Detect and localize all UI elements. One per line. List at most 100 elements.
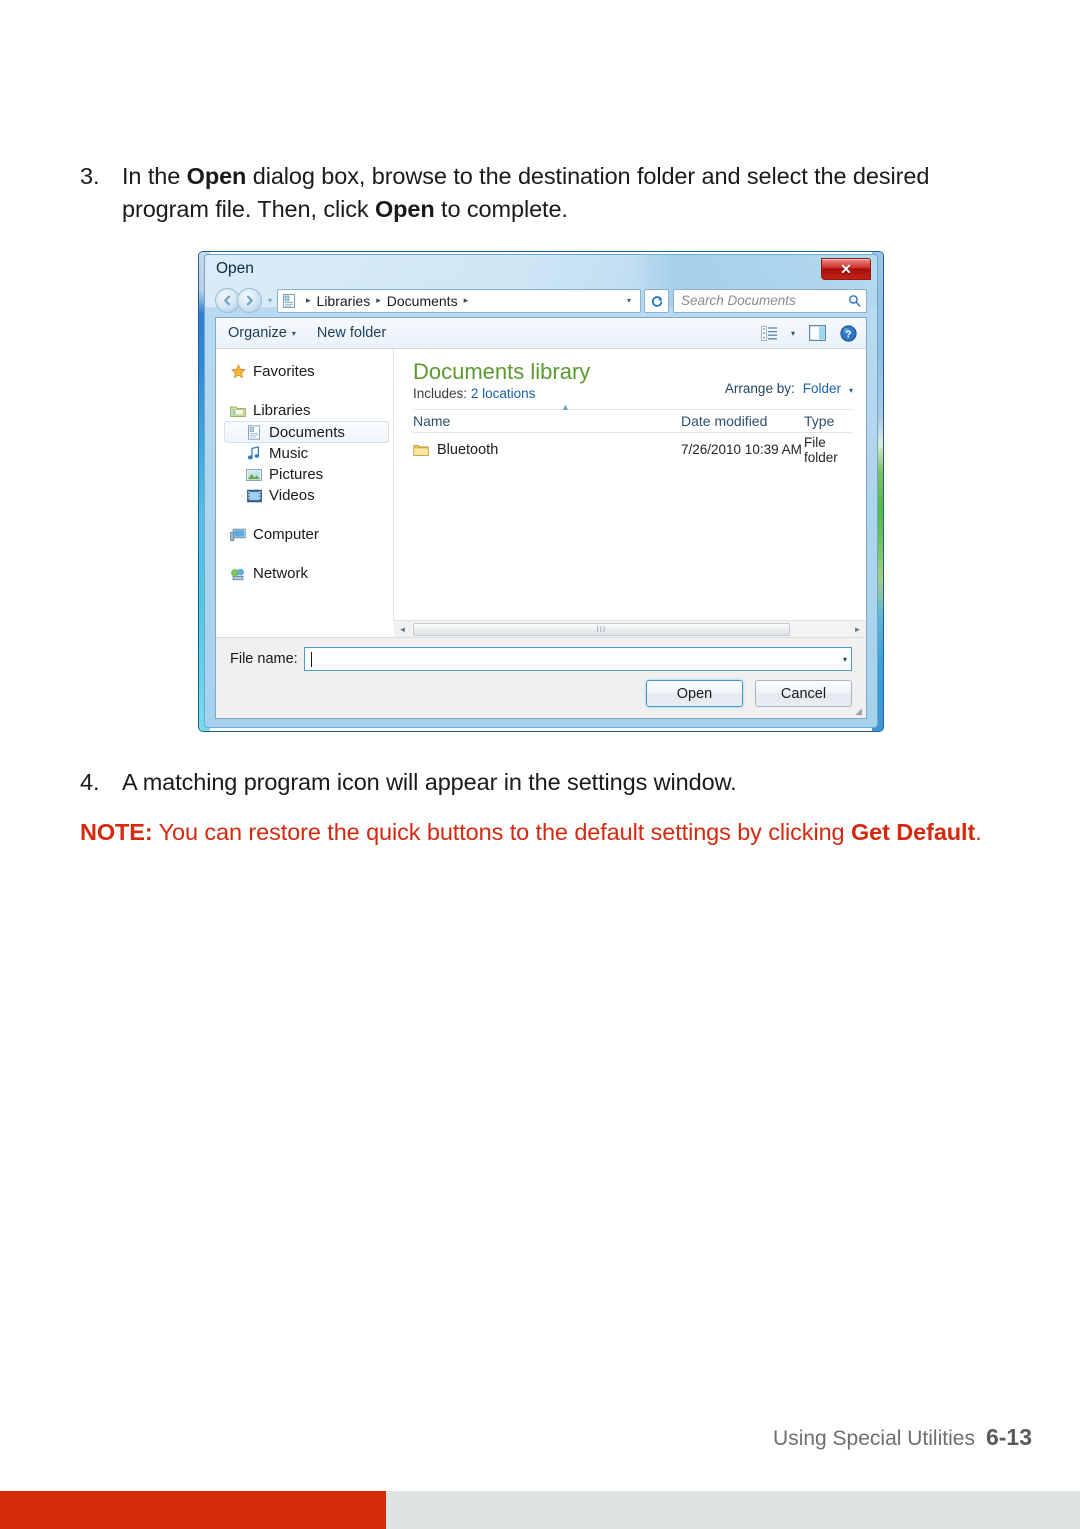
scrollbar-track[interactable]: III xyxy=(411,621,849,637)
step-number: 4. xyxy=(80,769,100,795)
arrange-by-control[interactable]: Arrange by: Folder ▾ xyxy=(725,359,853,396)
sidebar-item-computer[interactable]: Computer xyxy=(216,524,393,545)
file-name-input[interactable]: ▾ xyxy=(303,647,852,671)
breadcrumb-separator-2: ▸ xyxy=(463,295,469,305)
sidebar-item-videos[interactable]: Videos xyxy=(216,485,393,506)
address-bar[interactable]: ▸ Libraries ▸ Documents ▸ ▾ xyxy=(277,288,641,313)
folder-icon xyxy=(413,442,429,458)
preview-pane-icon[interactable] xyxy=(809,325,826,341)
network-icon xyxy=(230,566,246,582)
breadcrumb-documents[interactable]: Documents xyxy=(387,293,458,309)
text-caret xyxy=(310,651,312,667)
horizontal-scrollbar[interactable]: ◄ III ► xyxy=(394,620,866,637)
sidebar-label-videos: Videos xyxy=(269,487,315,504)
organize-button[interactable]: Organize ▾ xyxy=(228,325,296,341)
file-list[interactable]: Bluetooth 7/26/2010 10:39 AM File folder xyxy=(413,433,853,620)
page-footer: Using Special Utilities 6-13 xyxy=(773,1424,1032,1451)
content-pane: Documents library Includes: 2 locations … xyxy=(394,349,866,620)
bottom-bar-accent xyxy=(0,1491,386,1529)
sidebar-item-documents[interactable]: Documents xyxy=(224,421,389,443)
scrollbar-thumb[interactable]: III xyxy=(413,622,790,636)
open-button[interactable]: Open xyxy=(646,680,743,707)
open-dialog-screenshot: Open ✕ ▾ ▸ Libraries ▸ Documents ▸ ▾ Sea… xyxy=(198,251,884,732)
dialog-title: Open xyxy=(216,260,254,277)
nav-gap-1 xyxy=(216,382,393,400)
close-button[interactable]: ✕ xyxy=(821,258,871,280)
search-icon xyxy=(848,294,861,307)
documents-icon xyxy=(246,424,262,440)
instruction-step-4: 4. A matching program icon will appear i… xyxy=(78,766,1008,799)
breadcrumb-libraries[interactable]: Libraries xyxy=(317,293,371,309)
column-header-name[interactable]: Name xyxy=(413,413,681,429)
navigation-pane: Favorites Libraries Documents Music Pict… xyxy=(216,349,394,620)
note-text: You can restore the quick buttons to the… xyxy=(152,819,851,845)
chevron-down-icon: ▾ xyxy=(848,386,853,395)
column-header-type[interactable]: Type xyxy=(804,413,853,429)
sidebar-item-pictures[interactable]: Pictures xyxy=(216,464,393,485)
history-dropdown-icon[interactable]: ▾ xyxy=(264,296,276,305)
note-period: . xyxy=(975,819,982,845)
resize-grip[interactable]: ◢ xyxy=(855,707,862,716)
emphasis-open-2: Open xyxy=(374,196,435,222)
search-input[interactable]: Search Documents xyxy=(673,288,867,313)
breadcrumb-separator-1: ▸ xyxy=(376,295,381,305)
column-headers: ▲ Name Date modified Type xyxy=(413,402,853,433)
svg-text:?: ? xyxy=(845,328,851,340)
step-number: 3. xyxy=(80,163,100,189)
refresh-icon[interactable] xyxy=(644,288,669,313)
note-label: NOTE: xyxy=(80,819,153,845)
forward-arrow-icon[interactable] xyxy=(237,288,262,313)
instruction-step-3: 3. In the Open dialog box, browse to the… xyxy=(78,160,1008,226)
bottom-bar-neutral xyxy=(386,1491,1080,1529)
note-emphasis: Get Default xyxy=(850,819,976,845)
sidebar-label-documents: Documents xyxy=(269,423,345,441)
includes-locations-link[interactable]: 2 locations xyxy=(471,386,536,401)
dialog-footer: File name: ▾ Open Cancel xyxy=(216,637,866,718)
view-caret: ▾ xyxy=(790,328,795,338)
sidebar-label-music: Music xyxy=(269,445,309,462)
command-toolbar: Organize ▾ New folder ▾ ? xyxy=(216,318,866,349)
sidebar-item-favorites[interactable]: Favorites xyxy=(216,361,393,382)
address-dropdown-icon[interactable]: ▾ xyxy=(620,296,638,305)
file-name-row: File name: ▾ xyxy=(230,647,852,671)
scroll-left-icon[interactable]: ◄ xyxy=(394,625,411,634)
sidebar-label-libraries: Libraries xyxy=(253,402,311,419)
column-header-date-modified[interactable]: Date modified xyxy=(681,413,804,429)
library-title: Documents library xyxy=(413,359,591,384)
scroll-right-icon[interactable]: ► xyxy=(849,625,866,634)
step-text: In the Open dialog box, browse to the de… xyxy=(122,163,930,222)
sidebar-item-network[interactable]: Network xyxy=(216,563,393,584)
nav-gap-2 xyxy=(216,506,393,524)
view-dropdown-icon[interactable]: ▾ xyxy=(791,329,795,338)
table-row[interactable]: Bluetooth 7/26/2010 10:39 AM File folder xyxy=(413,435,853,465)
library-header-text: Documents library Includes: 2 locations xyxy=(413,359,725,401)
sidebar-label-computer: Computer xyxy=(253,526,319,543)
dialog-buttons: Open Cancel xyxy=(230,680,852,707)
videos-icon xyxy=(246,488,262,504)
search-placeholder: Search Documents xyxy=(681,293,796,308)
file-name-cell: Bluetooth xyxy=(413,442,681,458)
file-date-cell: 7/26/2010 10:39 AM xyxy=(681,442,802,457)
music-icon xyxy=(246,446,262,462)
breadcrumb-separator-0: ▸ xyxy=(306,295,311,305)
view-list-icon[interactable] xyxy=(761,325,777,341)
organize-label: Organize xyxy=(228,325,287,341)
sidebar-label-favorites: Favorites xyxy=(253,363,315,380)
sidebar-item-music[interactable]: Music xyxy=(216,443,393,464)
cancel-button[interactable]: Cancel xyxy=(755,680,852,707)
step-text: A matching program icon will appear in t… xyxy=(122,769,737,795)
chevron-down-icon[interactable]: ▾ xyxy=(837,655,847,664)
help-icon[interactable]: ? xyxy=(840,324,857,342)
arrange-by-value: Folder xyxy=(802,381,841,396)
computer-icon xyxy=(230,527,246,543)
library-header: Documents library Includes: 2 locations … xyxy=(394,349,866,401)
sidebar-item-libraries[interactable]: Libraries xyxy=(216,400,393,421)
bottom-color-bar xyxy=(0,1491,1080,1529)
dialog-title-bar: Open ✕ xyxy=(205,255,877,285)
sidebar-label-pictures: Pictures xyxy=(269,466,324,483)
new-folder-button[interactable]: New folder xyxy=(317,325,386,341)
pictures-icon xyxy=(246,467,262,483)
sort-ascending-icon: ▲ xyxy=(561,402,570,412)
arrange-by-label: Arrange by: xyxy=(724,381,795,396)
nav-gap-3 xyxy=(216,545,393,563)
